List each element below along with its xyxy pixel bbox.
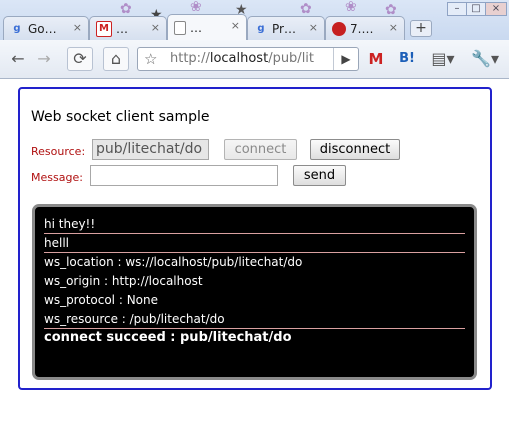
gmail-icon[interactable]: M: [365, 48, 387, 70]
google-icon: g: [13, 23, 21, 34]
page-icon: [174, 20, 186, 35]
message-label: Message:: [31, 171, 83, 184]
reload-icon[interactable]: ⟳: [67, 47, 93, 71]
tab-title: …: [190, 20, 202, 35]
decor-flower-icon: ✿: [300, 1, 312, 17]
decor-flower-icon: ✿: [385, 2, 397, 18]
address-bar[interactable]: ☆ http://localhost/pub/lit ▶: [137, 47, 359, 71]
tab-title: …: [116, 21, 128, 36]
tab-title: 7.…: [350, 21, 374, 36]
address-url: http://localhost/pub/lit: [170, 51, 315, 66]
log-line: connect succeed : pub/litechat/do: [44, 330, 292, 345]
hatena-bookmark-icon[interactable]: B!: [396, 48, 418, 70]
log-line: ws_resource : /pub/litechat/do: [44, 310, 465, 329]
wrench-icon[interactable]: 🔧▾: [470, 48, 500, 70]
tab-strip: ✿ ★ ❀ ★ ✿ ❀ ✿ g Go… × M … × … × g Pr… × …: [0, 0, 509, 40]
resource-input[interactable]: pub/litechat/do: [92, 139, 209, 160]
tab-gmail[interactable]: M … ×: [89, 16, 167, 40]
close-icon[interactable]: ×: [151, 21, 160, 34]
forward-arrow-icon[interactable]: →: [33, 48, 55, 70]
message-log: hi they!! helll ws_location : ws://local…: [32, 204, 477, 380]
back-arrow-icon[interactable]: ←: [7, 48, 29, 70]
red-circle-icon: [332, 21, 346, 36]
log-line: ws_origin : http://localhost: [44, 274, 203, 288]
decor-flower-icon: ❀: [345, 0, 357, 15]
disconnect-button[interactable]: disconnect: [310, 139, 400, 160]
decor-flower-icon: ❀: [190, 0, 202, 15]
tab-other[interactable]: 7.… ×: [325, 16, 405, 40]
log-line: ws_location : ws://localhost/pub/litecha…: [44, 255, 303, 269]
google-icon: g: [257, 23, 265, 34]
home-icon[interactable]: ⌂: [103, 47, 129, 71]
log-line: ws_protocol : None: [44, 293, 158, 307]
page-title: Web socket client sample: [31, 109, 210, 125]
bookmark-star-icon[interactable]: ☆: [144, 50, 157, 68]
page-menu-icon[interactable]: ▤▾: [428, 48, 458, 70]
close-icon[interactable]: ×: [231, 19, 240, 32]
browser-toolbar: ← → ⟳ ⌂ ☆ http://localhost/pub/lit ▶ M B…: [0, 40, 509, 79]
tab-title: Go…: [28, 21, 57, 36]
new-tab-button[interactable]: +: [410, 20, 432, 37]
close-icon[interactable]: ×: [309, 21, 318, 34]
close-icon[interactable]: ×: [389, 21, 398, 34]
close-window-icon[interactable]: ×: [485, 2, 507, 16]
tab-google[interactable]: g Go… ×: [3, 16, 89, 40]
message-input[interactable]: [90, 165, 278, 186]
connect-button[interactable]: connect: [224, 139, 297, 160]
close-icon[interactable]: ×: [73, 21, 82, 34]
send-button[interactable]: send: [293, 165, 346, 186]
log-line: helll: [44, 234, 465, 253]
minimize-icon[interactable]: –: [447, 2, 467, 16]
decor-flower-icon: ✿: [120, 1, 132, 17]
tab-google-2[interactable]: g Pr… ×: [247, 16, 325, 40]
websocket-client-panel: Web socket client sample Resource: pub/l…: [18, 87, 492, 390]
log-line: hi they!!: [44, 215, 465, 234]
tab-localhost[interactable]: … ×: [167, 14, 247, 40]
go-arrow-icon[interactable]: ▶: [333, 48, 358, 70]
gmail-icon: M: [96, 20, 112, 37]
tab-title: Pr…: [272, 21, 296, 36]
maximize-icon[interactable]: □: [466, 2, 486, 16]
resource-label: Resource:: [31, 145, 86, 158]
